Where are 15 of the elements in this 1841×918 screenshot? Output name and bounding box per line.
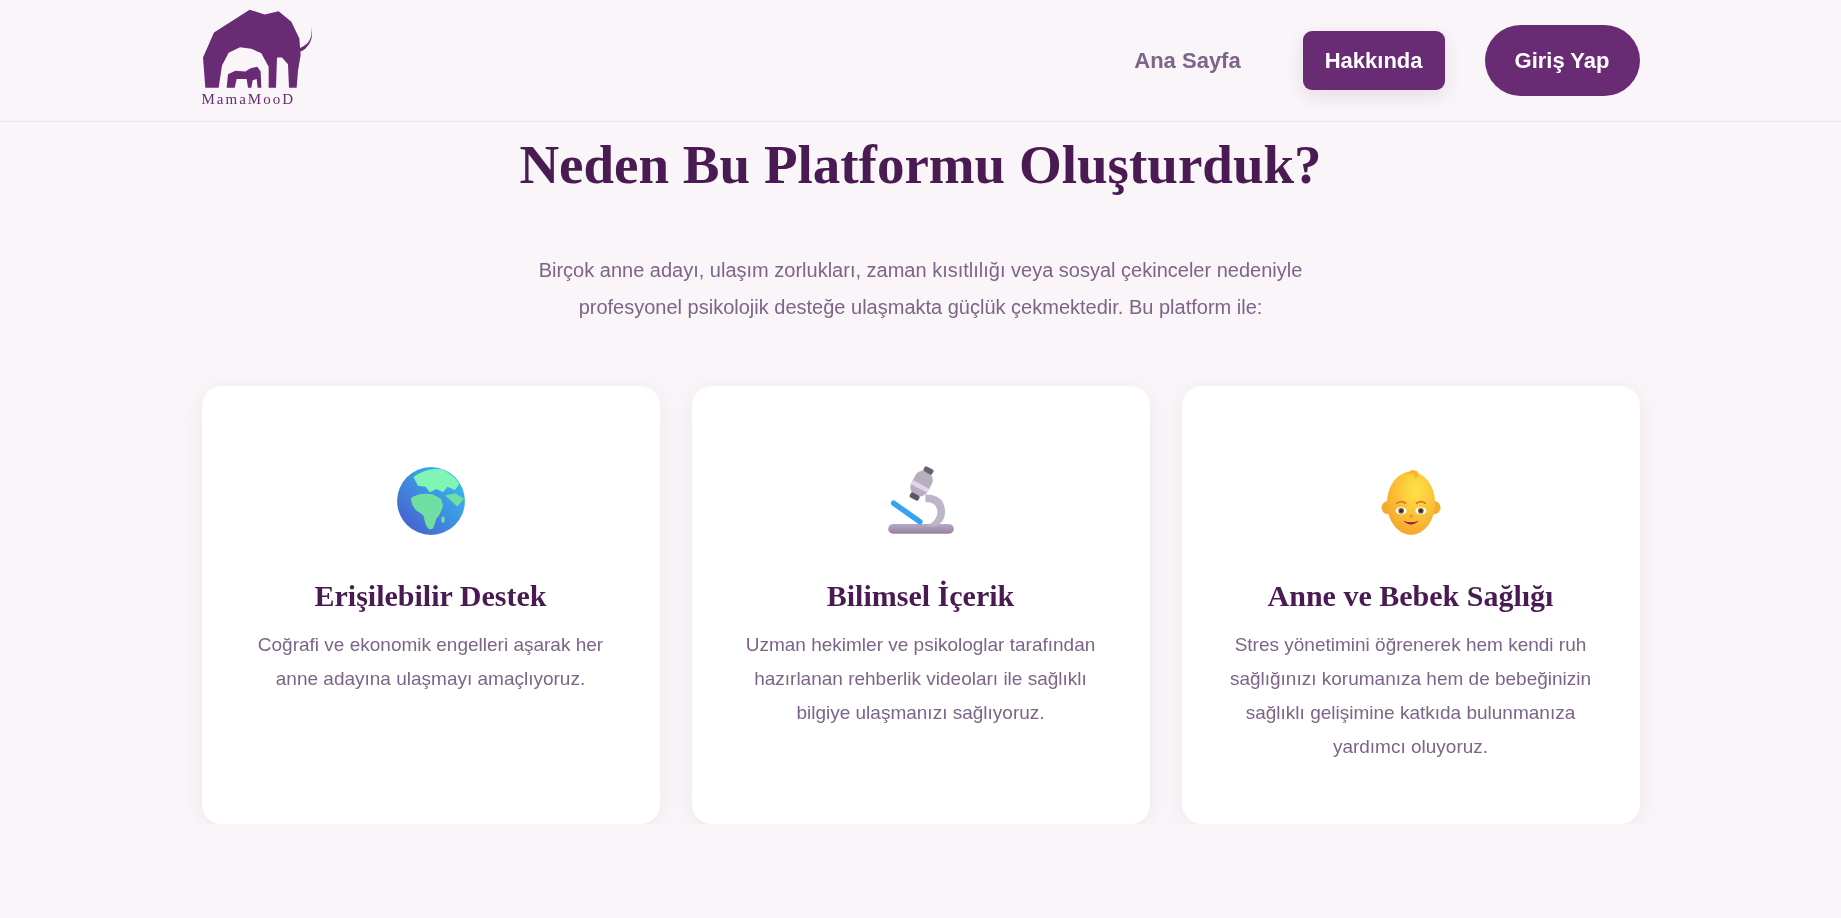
card-title: Erişilebilir Destek bbox=[314, 578, 547, 614]
card-title: Anne ve Bebek Sağlığı bbox=[1267, 578, 1554, 614]
login-button[interactable]: Giriş Yap bbox=[1484, 25, 1640, 96]
globe-icon bbox=[395, 466, 466, 536]
elephant-icon bbox=[201, 9, 314, 89]
logo-text: MamaMooD bbox=[201, 90, 295, 109]
section-title: Neden Bu Platformu Oluşturduk? bbox=[519, 133, 1322, 197]
card-description: Stres yönetimini öğrenerek hem kendi ruh sağlığınızı korumanıza hem de bebeğinizin sağlıklı gelişimine katkıda bulunmanıza yardımcı oluyoruz. bbox=[1228, 633, 1593, 759]
microscope-icon bbox=[885, 466, 956, 536]
nav-link[interactable]: Ana Sayfa bbox=[1112, 31, 1263, 90]
card-description: Coğrafi ve ekonomik engelleri aşarak her anne adayına ulaşmayı amaçlıyoruz. bbox=[256, 633, 605, 691]
card-description: Uzman hekimler ve psikologlar tarafından hazırlanan rehberlik videoları ile sağlıklı bilgiye ulaşmanızı sağlıyoruz. bbox=[744, 633, 1097, 725]
intro-paragraph: Birçok anne adayı, ulaşım zorlukları, zaman kısıtlılığı veya sosyal çekinceler nedeniyle profesyonel psikolojik desteğe ulaşmakta güçlük çekmektedir. Bu platform ile: bbox=[537, 258, 1304, 320]
card-title: Bilimsel İçerik bbox=[826, 578, 1015, 614]
nav-link[interactable]: Hakkında bbox=[1302, 31, 1445, 90]
